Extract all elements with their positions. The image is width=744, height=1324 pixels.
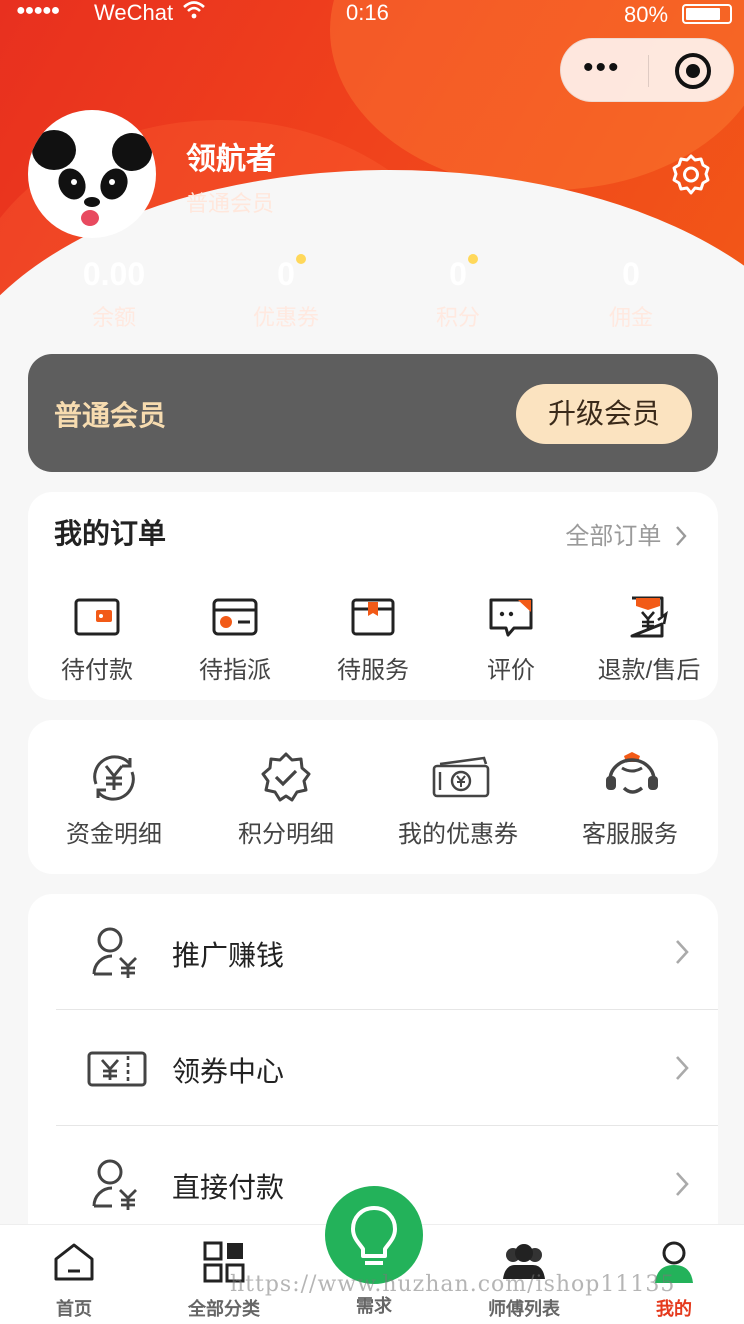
chevron-right-icon [676, 1172, 689, 1196]
tool-fund-details[interactable]: 资金明细 [28, 750, 200, 849]
membership-title: 普通会员 [54, 400, 167, 431]
tab-demand[interactable] [325, 1186, 423, 1284]
tool-customer-service[interactable]: 客服服务 [544, 750, 716, 849]
tools-card: 资金明细 积分明细 我的优惠券 客服服务 [28, 720, 718, 874]
clock: 0:16 [346, 0, 389, 25]
user-yuan-icon [86, 1156, 144, 1214]
chevron-right-icon [676, 1056, 689, 1080]
menu-item-coupon-center[interactable]: 领券中心 [56, 1010, 718, 1126]
wallet-icon [72, 592, 122, 642]
order-refund[interactable]: 退款/售后 [580, 592, 718, 685]
user-level: 普通会员 [186, 191, 275, 216]
chevron-right-icon [676, 526, 687, 546]
tool-my-coupons[interactable]: 我的优惠券 [372, 750, 544, 849]
card-icon [210, 592, 260, 642]
tool-label: 我的优惠券 [398, 821, 518, 848]
order-status-label: 评价 [487, 657, 535, 684]
wifi-icon [182, 0, 206, 25]
lightbulb-icon [351, 1206, 397, 1265]
yuan-cycle-icon [86, 750, 142, 806]
orders-title: 我的订单 [54, 518, 167, 549]
signal-icon: ●●●●● [16, 2, 60, 19]
stat-label: 积分 [435, 305, 480, 330]
order-pending-assignment[interactable]: 待指派 [166, 592, 304, 685]
stat-value: 0 [622, 256, 640, 292]
stat-label: 优惠券 [252, 305, 319, 330]
stat-label: 余额 [91, 305, 136, 330]
more-icon[interactable]: ••• [583, 53, 621, 83]
comment-icon [486, 592, 536, 642]
stat-points[interactable]: 0 积分 [372, 254, 544, 332]
all-orders-link[interactable]: 全部订单 [565, 516, 688, 551]
ticket-icon [430, 750, 490, 806]
order-review[interactable]: 评价 [442, 592, 580, 685]
tab-label: 全部分类 [188, 1299, 260, 1319]
menu-item-label: 直接付款 [172, 1172, 285, 1203]
username: 领航者 [186, 143, 276, 176]
headset-icon [602, 750, 658, 806]
order-status-label: 待服务 [337, 657, 409, 684]
order-status-label: 待指派 [199, 657, 271, 684]
battery-icon [682, 4, 732, 24]
all-orders-label: 全部订单 [565, 523, 662, 550]
coupon-icon [86, 1040, 147, 1098]
avatar[interactable] [28, 110, 156, 238]
upgrade-membership-button[interactable]: 升级会员 [516, 384, 692, 444]
tool-label: 资金明细 [66, 821, 162, 848]
orders-card: 我的订单 全部订单 待付款 待指派 待服务 评价 退款/售后 [28, 492, 718, 700]
badge-check-icon [258, 750, 314, 806]
tab-label: 首页 [56, 1299, 92, 1319]
menu-item-label: 领券中心 [172, 1056, 285, 1087]
menu-item-promote-earn[interactable]: 推广赚钱 [56, 894, 718, 1010]
battery-percent: 80% [624, 2, 669, 27]
tab-label: 师傅列表 [488, 1299, 560, 1319]
tool-points-details[interactable]: 积分明细 [200, 750, 372, 849]
order-pending-payment[interactable]: 待付款 [28, 592, 166, 685]
menu-item-label: 推广赚钱 [172, 940, 285, 971]
status-bar: ●●●●● WeChat 0:16 80% [0, 0, 744, 27]
stat-coupons[interactable]: 0 优惠券 [200, 254, 372, 332]
stat-value: 0 [449, 256, 467, 292]
close-miniprogram-icon[interactable] [675, 53, 711, 89]
carrier-label: WeChat [94, 0, 174, 25]
order-pending-service[interactable]: 待服务 [304, 592, 442, 685]
refund-icon [624, 592, 674, 642]
miniprogram-capsule: ••• [560, 38, 734, 102]
new-indicator-dot [468, 254, 478, 264]
new-indicator-dot [296, 254, 306, 264]
stat-commission[interactable]: 0 佣金 [545, 254, 717, 332]
order-status-label: 退款/售后 [597, 657, 701, 684]
tool-label: 客服服务 [582, 821, 678, 848]
membership-banner: 普通会员 升级会员 [28, 354, 718, 472]
order-status-label: 待付款 [61, 657, 133, 684]
box-icon [348, 592, 398, 642]
stat-value: 0.00 [82, 256, 146, 292]
chevron-right-icon [676, 940, 689, 964]
watermark: https://www.huzhan.com/ishop11135 [230, 1272, 676, 1297]
gear-icon[interactable] [668, 152, 714, 198]
user-yuan-icon [86, 924, 144, 982]
stat-balance[interactable]: 0.00 余额 [28, 254, 200, 332]
tab-label: 我的 [656, 1299, 692, 1319]
tab-home[interactable]: 首页 [24, 1239, 124, 1321]
stat-value: 0 [277, 256, 295, 292]
tool-label: 积分明细 [238, 821, 334, 848]
home-icon [51, 1239, 97, 1285]
stat-label: 佣金 [608, 305, 653, 330]
